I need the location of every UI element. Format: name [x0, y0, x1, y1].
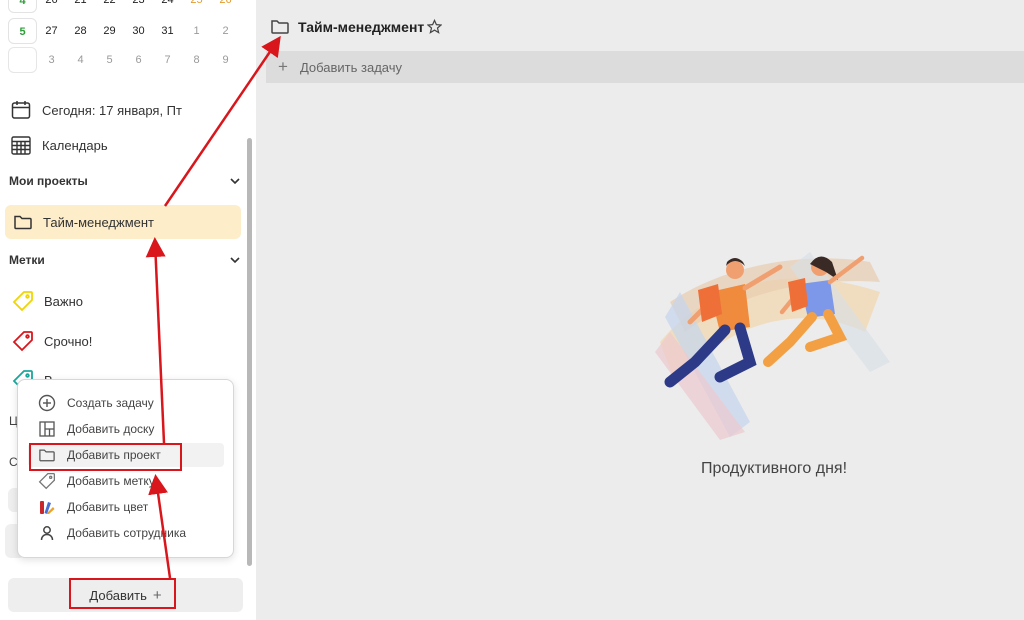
project-item-label: Тайм-менеджмент: [43, 214, 154, 230]
menu-item-label: Добавить метку: [67, 474, 155, 488]
label-item-important[interactable]: Важно: [12, 290, 83, 312]
menu-item-label: Создать задачу: [67, 396, 154, 410]
calendar-day[interactable]: 30: [124, 18, 153, 44]
calendar-day[interactable]: 9: [211, 47, 240, 73]
calendar-day[interactable]: 24: [153, 0, 182, 13]
menu-item-add-project[interactable]: Добавить проект: [28, 443, 224, 467]
calendar-row: 3 4 5 6 7 8 9: [8, 47, 240, 73]
plus-icon: +: [278, 57, 288, 76]
calendar-grid-icon: [11, 136, 31, 155]
menu-item-label: Добавить доску: [67, 422, 155, 436]
calendar-week-number: 4: [8, 0, 37, 13]
add-task-label: Добавить задачу: [299, 59, 402, 75]
empty-state-message: Продуктивного дня!: [700, 460, 848, 477]
nav-calendar-label: Календарь: [42, 137, 108, 153]
sidebar: 4 26 21 22 23 24 25 26 5 27 28 29 30 31 …: [0, 0, 256, 620]
add-button[interactable]: Добавить +: [8, 578, 243, 612]
folder-icon: [271, 20, 289, 34]
calendar-day[interactable]: 26: [37, 0, 66, 13]
projects-section-header[interactable]: Мои проекты: [9, 174, 241, 188]
label-item-label: Срочно!: [44, 333, 93, 349]
calendar-day[interactable]: 27: [37, 18, 66, 44]
label-item-label: Важно: [44, 293, 84, 309]
chevron-down-icon[interactable]: [229, 175, 241, 187]
menu-item-label: Добавить сотрудника: [67, 526, 187, 540]
chevron-down-icon[interactable]: [229, 254, 241, 266]
sidebar-scrollbar[interactable]: [247, 138, 252, 566]
palette-icon: [40, 501, 55, 514]
calendar-day[interactable]: 29: [95, 18, 124, 44]
tag-icon: [12, 291, 33, 312]
folder-icon: [39, 449, 55, 462]
calendar-day[interactable]: 4: [66, 47, 95, 73]
calendar-day[interactable]: 7: [153, 47, 182, 73]
nav-today-label: Сегодня: 17 января, Пт: [42, 102, 182, 118]
labels-section-title: Метки: [9, 253, 45, 267]
calendar-icon: [11, 101, 31, 119]
calendar-day[interactable]: 3: [37, 47, 66, 73]
star-icon[interactable]: [427, 19, 442, 34]
add-button-label: Добавить: [89, 587, 147, 603]
plus-icon: +: [152, 586, 162, 604]
menu-item-label: Добавить цвет: [67, 500, 149, 514]
menu-item-create-task[interactable]: Создать задачу: [28, 391, 224, 415]
calendar-week-number: [8, 47, 37, 73]
projects-section-title: Мои проекты: [9, 174, 88, 188]
label-item-urgent[interactable]: Срочно!: [12, 330, 92, 352]
labels-section-header[interactable]: Метки: [9, 253, 241, 267]
menu-item-add-employee[interactable]: Добавить сотрудника: [28, 521, 224, 545]
calendar-day[interactable]: 23: [124, 0, 153, 13]
menu-item-add-label[interactable]: Добавить метку: [28, 469, 224, 493]
calendar-day[interactable]: 1: [182, 18, 211, 44]
folder-icon: [14, 215, 32, 230]
empty-state-illustration: [655, 252, 890, 440]
add-dropdown-menu: Создать задачу Добавить доску Добавить п…: [17, 379, 234, 558]
calendar-row-top: 4 26 21 22 23 24 25 26: [8, 0, 240, 13]
calendar-day[interactable]: 26: [211, 0, 240, 13]
plus-circle-icon: [38, 394, 56, 412]
calendar-day[interactable]: 8: [182, 47, 211, 73]
calendar-day[interactable]: 21: [66, 0, 95, 13]
calendar-day[interactable]: 25: [182, 0, 211, 13]
calendar-week-number: 5: [8, 18, 37, 44]
project-item-time-management[interactable]: Тайм-менеджмент: [5, 205, 241, 239]
user-icon: [40, 526, 54, 541]
add-task-bar[interactable]: + Добавить задачу: [266, 51, 1024, 83]
tag-icon: [38, 472, 56, 490]
page-title: Тайм-менеджмент: [298, 19, 425, 35]
calendar-day[interactable]: 5: [95, 47, 124, 73]
board-icon: [39, 421, 55, 437]
menu-item-add-color[interactable]: Добавить цвет: [28, 495, 224, 519]
calendar-day[interactable]: 2: [211, 18, 240, 44]
calendar-row: 5 27 28 29 30 31 1 2: [8, 18, 240, 44]
calendar-day[interactable]: 28: [66, 18, 95, 44]
calendar-day[interactable]: 6: [124, 47, 153, 73]
calendar-day[interactable]: 22: [95, 0, 124, 13]
calendar-day[interactable]: 31: [153, 18, 182, 44]
nav-today[interactable]: Сегодня: 17 января, Пт: [10, 97, 182, 123]
tag-icon: [12, 331, 33, 352]
menu-item-label: Добавить проект: [67, 448, 161, 462]
nav-calendar[interactable]: Календарь: [10, 132, 108, 158]
menu-item-add-board[interactable]: Добавить доску: [28, 417, 224, 441]
